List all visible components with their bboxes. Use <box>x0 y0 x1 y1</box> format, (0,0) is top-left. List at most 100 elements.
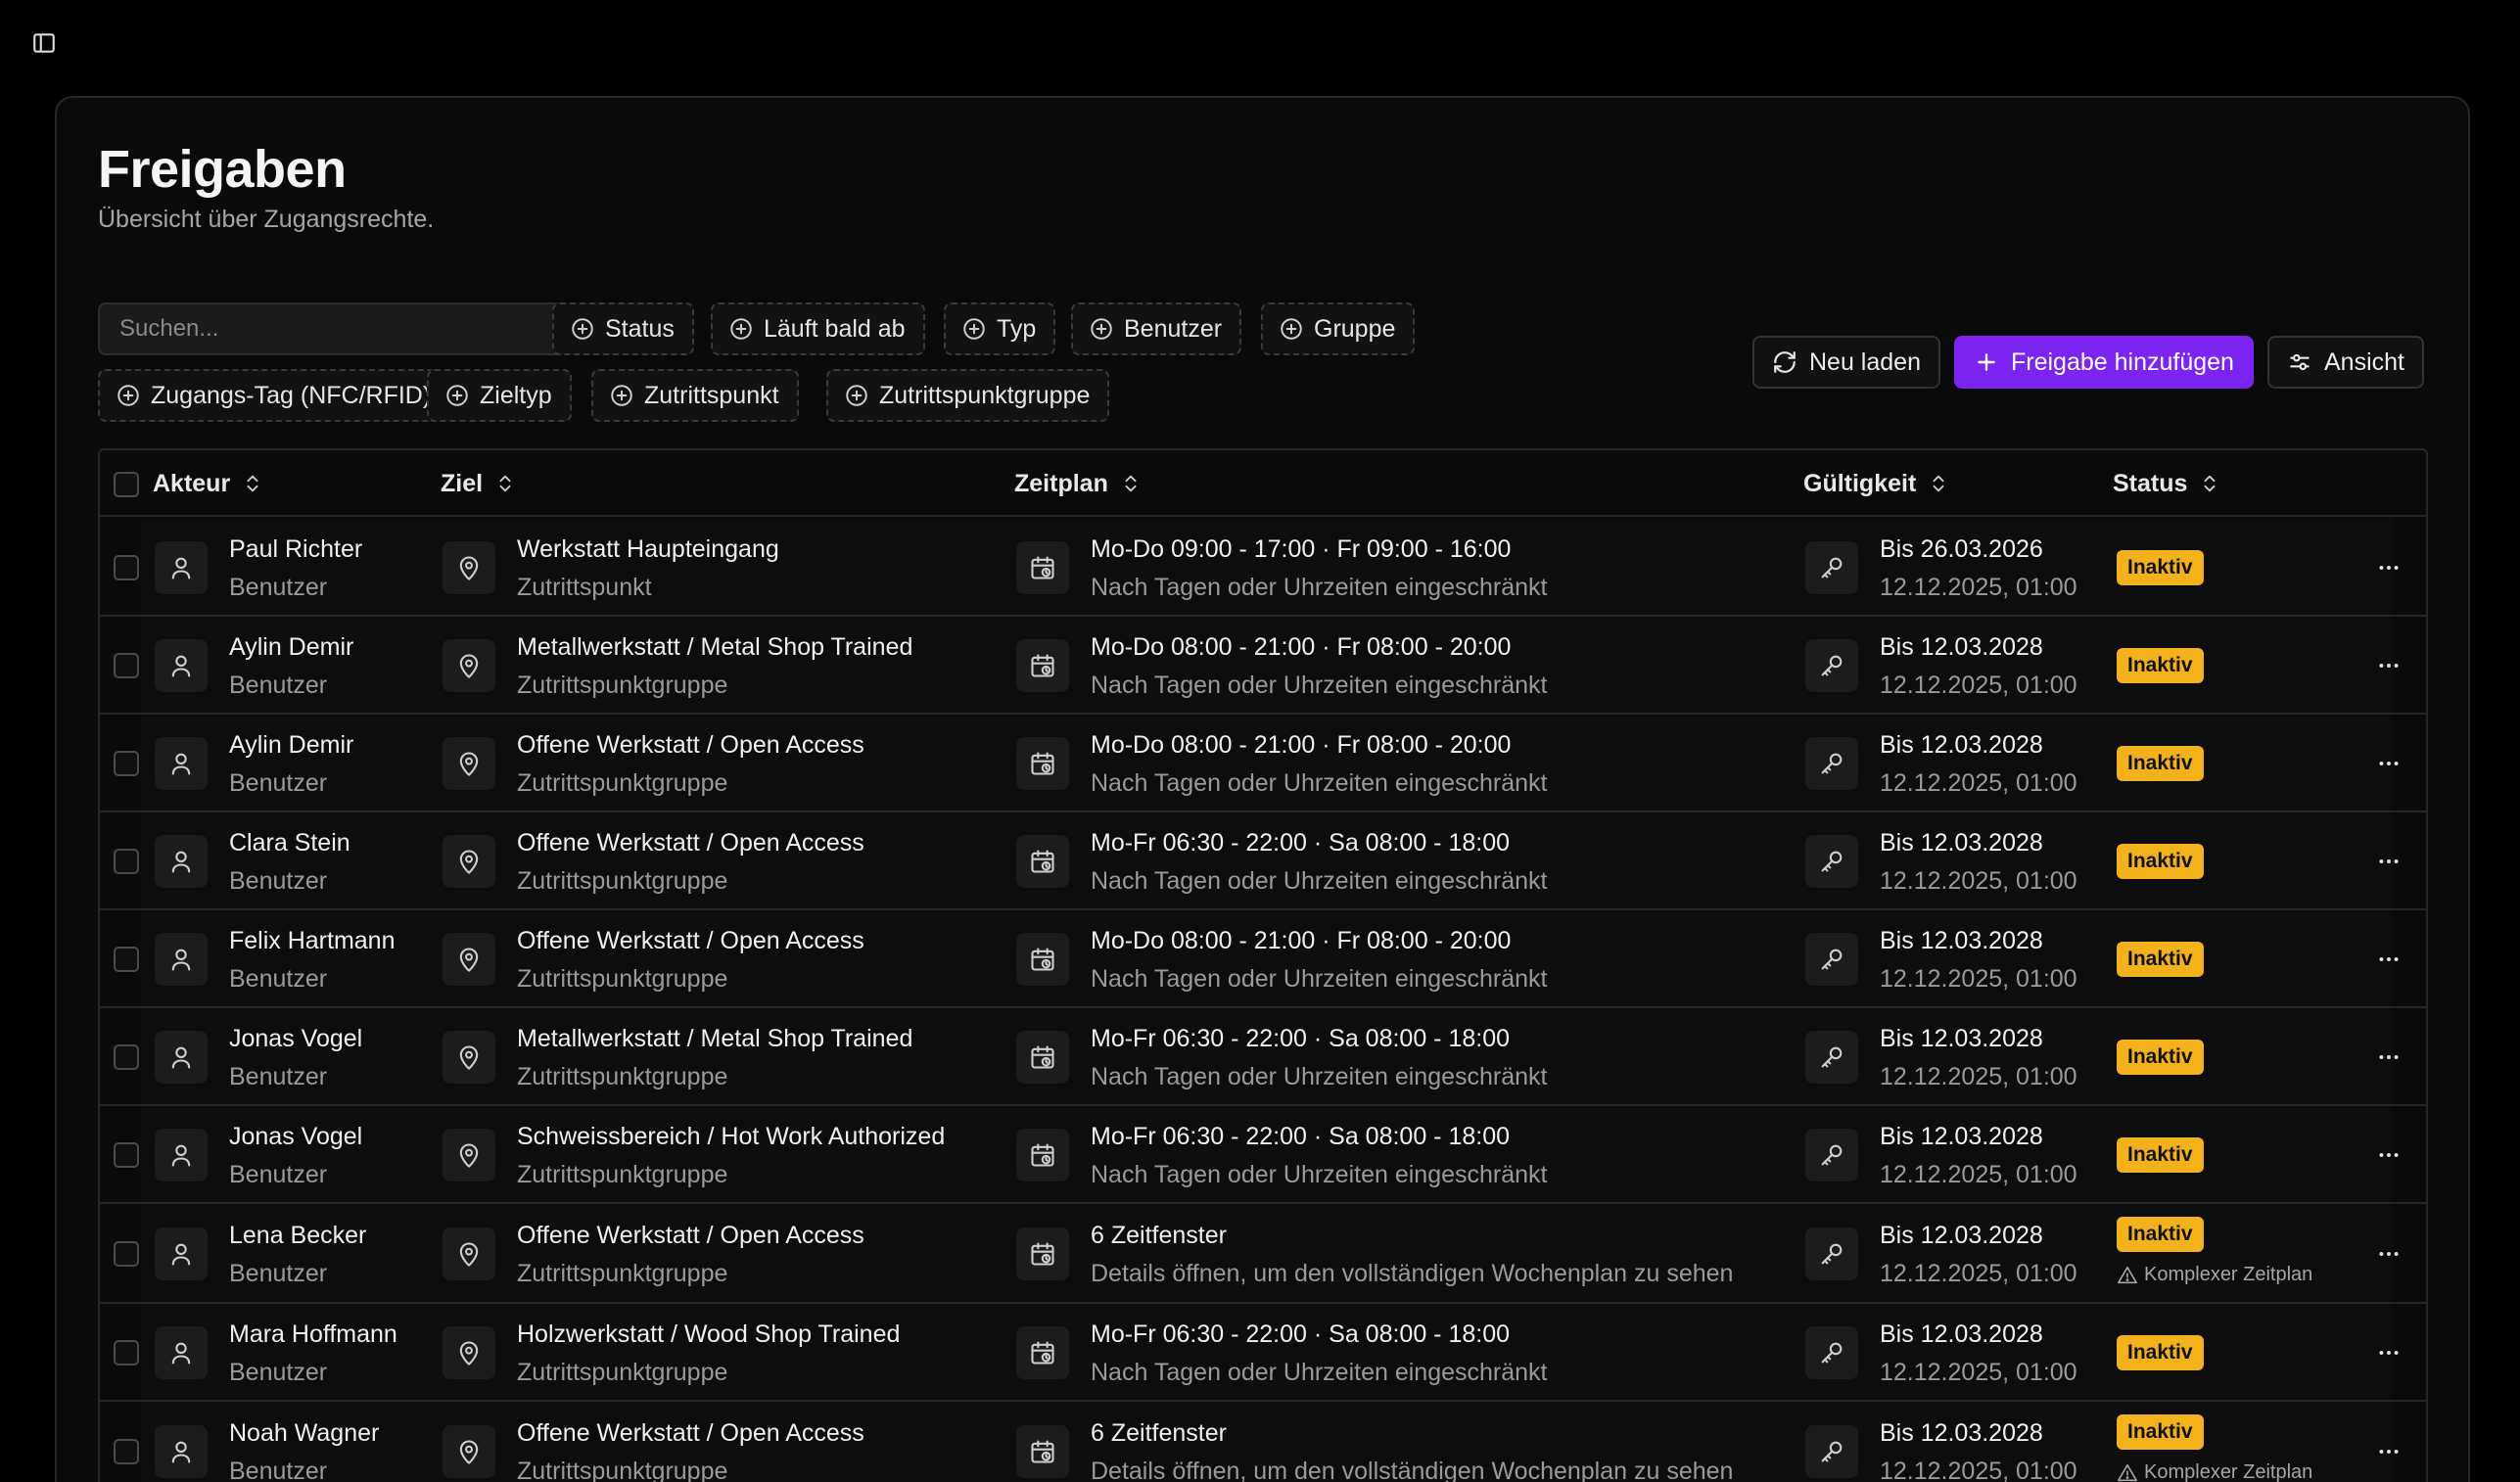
table-row[interactable]: Paul Richter Benutzer Werkstatt Haupteinga… <box>100 519 2426 617</box>
target-type: Zutrittspunktgruppe <box>517 1458 728 1482</box>
target-name: Holzwerkstatt / Wood Shop Trained <box>517 1320 901 1348</box>
view-options-button[interactable]: Ansicht <box>2267 336 2424 389</box>
actor-icon-box <box>155 541 208 594</box>
actor-icon-box <box>155 933 208 986</box>
table-row[interactable]: Felix Hartmann Benutzer Offene Werkstatt /… <box>100 910 2426 1008</box>
calendar-clock-icon <box>1031 1242 1054 1266</box>
plus-circle-icon <box>611 385 632 406</box>
column-header-schedule[interactable]: Zeitplan <box>1014 450 1142 517</box>
row-actions-button[interactable] <box>2369 1038 2408 1077</box>
row-checkbox[interactable] <box>114 849 139 874</box>
actor-type: Benutzer <box>229 1359 328 1386</box>
actor-name: Lena Becker <box>229 1222 367 1249</box>
table-row[interactable]: Aylin Demir Benutzer Metallwerkstatt / Met… <box>100 617 2426 715</box>
row-actions-button[interactable] <box>2369 744 2408 783</box>
filter-chip[interactable]: Gruppe <box>1261 302 1416 355</box>
status-badge: Inaktiv <box>2117 1335 2204 1370</box>
filter-chip[interactable]: Status <box>552 302 694 355</box>
sort-icon <box>1125 475 1137 492</box>
search-input[interactable] <box>98 302 578 355</box>
key-icon <box>1821 1342 1843 1364</box>
row-actions-button[interactable] <box>2369 646 2408 685</box>
actor-name: Aylin Demir <box>229 633 354 661</box>
row-checkbox[interactable] <box>114 1340 139 1366</box>
table-row[interactable]: Noah Wagner Benutzer Offene Werkstatt / Op… <box>100 1402 2426 1482</box>
row-checkbox[interactable] <box>114 1142 139 1168</box>
target-icon-box <box>443 1425 495 1478</box>
actor-type: Benutzer <box>229 965 328 993</box>
row-actions-button[interactable] <box>2369 940 2408 979</box>
actor-icon-box <box>155 1425 208 1478</box>
warning-triangle-icon <box>2118 1463 2137 1481</box>
status-badge: Inaktiv <box>2117 1414 2204 1450</box>
column-header-status[interactable]: Status <box>2113 450 2220 517</box>
key-icon <box>1821 1441 1843 1462</box>
validity-icon-box <box>1805 1031 1858 1084</box>
valid-until: Bis 12.03.2028 <box>1880 1025 2043 1052</box>
table-row[interactable]: Jonas Vogel Benutzer Schweissbereich / Hot… <box>100 1106 2426 1204</box>
valid-from: 12.12.2025, 01:00 <box>1880 867 2077 895</box>
column-header-target[interactable]: Ziel <box>441 450 516 517</box>
sidebar-toggle-button[interactable] <box>29 29 59 57</box>
calendar-clock-icon <box>1031 752 1054 775</box>
valid-from: 12.12.2025, 01:00 <box>1880 574 2077 601</box>
row-actions-button[interactable] <box>2369 1432 2408 1471</box>
filter-chip[interactable]: Läuft bald ab <box>711 302 925 355</box>
sliders-icon <box>2290 353 2310 371</box>
actor-name: Clara Stein <box>229 829 350 857</box>
row-checkbox[interactable] <box>114 947 139 972</box>
table-row[interactable]: Jonas Vogel Benutzer Metallwerkstatt / Met… <box>100 1008 2426 1106</box>
user-icon <box>171 557 191 579</box>
actor-icon-box <box>155 1227 208 1280</box>
row-checkbox[interactable] <box>114 751 139 776</box>
valid-until: Bis 12.03.2028 <box>1880 1320 2043 1348</box>
valid-until: Bis 12.03.2028 <box>1880 927 2043 954</box>
schedule-icon-box <box>1016 1326 1069 1379</box>
validity-icon-box <box>1805 1326 1858 1379</box>
table-row[interactable]: Aylin Demir Benutzer Offene Werkstatt / Op… <box>100 715 2426 812</box>
target-type: Zutrittspunktgruppe <box>517 1260 728 1287</box>
row-checkbox[interactable] <box>114 555 139 580</box>
add-release-button[interactable]: Freigabe hinzufügen <box>1954 336 2254 389</box>
row-actions-button[interactable] <box>2369 842 2408 881</box>
filter-chip[interactable]: Benutzer <box>1071 302 1242 355</box>
valid-until: Bis 12.03.2028 <box>1880 1419 2043 1447</box>
table-row[interactable]: Clara Stein Benutzer Offene Werkstatt / Op… <box>100 812 2426 910</box>
select-all-checkbox[interactable] <box>114 472 139 497</box>
actor-icon-box <box>155 835 208 888</box>
schedule-summary: Mo-Do 09:00 - 17:00 · Fr 09:00 - 16:00 <box>1091 535 1512 563</box>
user-icon <box>171 655 191 677</box>
filter-chip[interactable]: Zieltyp <box>427 369 572 422</box>
filter-chip[interactable]: Zugangs-Tag (NFC/RFID) <box>98 369 451 422</box>
user-icon <box>171 1243 191 1266</box>
row-checkbox[interactable] <box>114 1044 139 1070</box>
filter-chip-label: Zieltyp <box>480 381 552 409</box>
row-actions-button[interactable] <box>2369 1234 2408 1274</box>
actor-name: Mara Hoffmann <box>229 1320 397 1348</box>
valid-from: 12.12.2025, 01:00 <box>1880 1260 2077 1287</box>
plus-circle-icon <box>1281 318 1302 340</box>
map-pin-icon <box>459 556 479 580</box>
row-actions-button[interactable] <box>2369 1135 2408 1175</box>
map-pin-icon <box>459 1341 479 1366</box>
validity-icon-box <box>1805 541 1858 594</box>
schedule-icon-box <box>1016 1425 1069 1478</box>
status-badge: Inaktiv <box>2117 746 2204 781</box>
table-row[interactable]: Mara Hoffmann Benutzer Holzwerkstatt / Woo… <box>100 1304 2426 1402</box>
column-header-validity[interactable]: Gültigkeit <box>1803 450 1949 517</box>
schedule-summary: Mo-Do 08:00 - 21:00 · Fr 08:00 - 20:00 <box>1091 633 1512 661</box>
filter-chip[interactable]: Zutrittspunkt <box>591 369 799 422</box>
column-header-actor[interactable]: Akteur <box>153 450 263 517</box>
calendar-clock-icon <box>1031 556 1054 579</box>
row-checkbox[interactable] <box>114 1241 139 1267</box>
row-checkbox[interactable] <box>114 1439 139 1464</box>
row-actions-button[interactable] <box>2369 1333 2408 1372</box>
filter-chip[interactable]: Zutrittspunktgruppe <box>826 369 1110 422</box>
target-icon-box <box>443 1227 495 1280</box>
status-badge: Inaktiv <box>2117 1040 2204 1075</box>
filter-chip[interactable]: Typ <box>944 302 1056 355</box>
row-checkbox[interactable] <box>114 653 139 678</box>
reload-button[interactable]: Neu laden <box>1752 336 1940 389</box>
row-actions-button[interactable] <box>2369 548 2408 587</box>
table-row[interactable]: Lena Becker Benutzer Offene Werkstatt / Op… <box>100 1204 2426 1304</box>
